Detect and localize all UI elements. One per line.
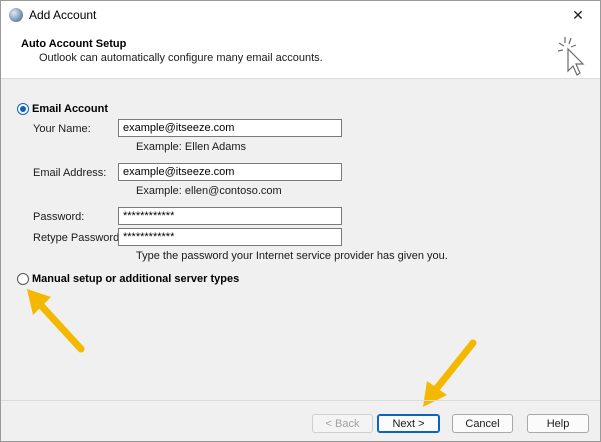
help-button[interactable]: Help — [527, 414, 589, 433]
outlook-app-icon — [9, 8, 23, 22]
your-name-hint: Example: Ellen Adams — [136, 141, 247, 153]
retype-password-input[interactable]: ************ — [118, 228, 342, 246]
password-hint: Type the password your Internet service … — [136, 250, 448, 262]
cancel-button[interactable]: Cancel — [452, 414, 513, 433]
password-input[interactable]: ************ — [118, 207, 342, 225]
retype-password-label: Retype Password: — [33, 232, 123, 244]
next-button[interactable]: Next > — [377, 414, 440, 433]
email-account-radio[interactable] — [17, 103, 29, 115]
back-button[interactable]: < Back — [312, 414, 373, 433]
page-subtitle: Outlook can automatically configure many… — [39, 52, 323, 64]
close-icon: ✕ — [572, 6, 584, 23]
your-name-input[interactable]: example@itseeze.com — [118, 119, 342, 137]
arrow-annotation-icon — [27, 289, 85, 353]
page-title: Auto Account Setup — [21, 38, 127, 50]
close-button[interactable]: ✕ — [556, 1, 600, 29]
wizard-icon — [557, 37, 585, 76]
arrow-annotation-icon — [423, 339, 477, 407]
add-account-dialog: Add Account ✕ Auto Account Setup Outlook… — [0, 0, 601, 442]
your-name-label: Your Name: — [33, 123, 91, 135]
email-address-input[interactable]: example@itseeze.com — [118, 163, 342, 181]
window-title: Add Account — [29, 8, 97, 22]
password-label: Password: — [33, 211, 85, 223]
wizard-header: Auto Account Setup Outlook can automatic… — [1, 29, 600, 79]
footer-divider — [1, 400, 600, 401]
email-address-hint: Example: ellen@contoso.com — [136, 185, 282, 197]
title-bar: Add Account ✕ — [1, 1, 600, 29]
email-account-label[interactable]: Email Account — [32, 103, 108, 115]
email-address-label: Email Address: — [33, 167, 107, 179]
